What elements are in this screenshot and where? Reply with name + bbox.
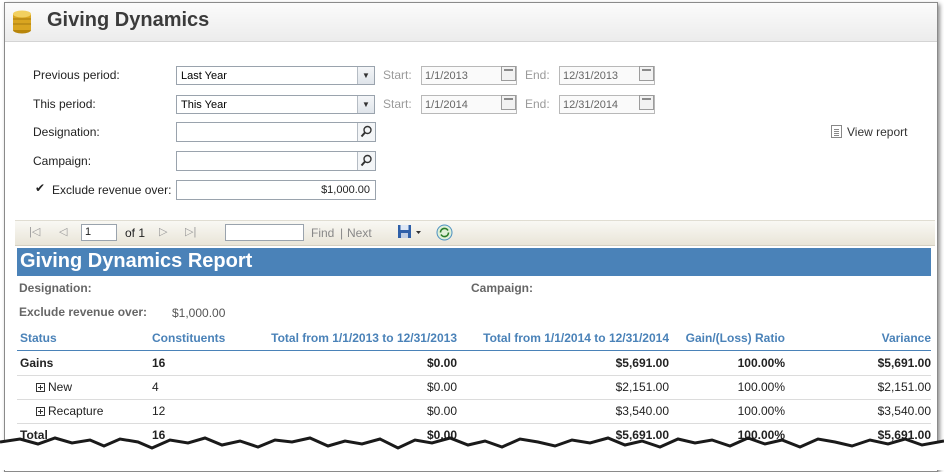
cell-ratio: 100.00% <box>737 356 785 370</box>
column-variance: Variance <box>881 331 931 345</box>
column-constituents: Constituents <box>152 331 226 345</box>
first-page-icon[interactable]: |◁ <box>29 225 40 238</box>
report-designation-label: Designation: <box>19 281 92 295</box>
previous-end-date[interactable]: 12/31/2013 <box>559 66 655 85</box>
search-icon[interactable] <box>357 152 375 170</box>
cell-status-label: Recapture <box>48 404 104 418</box>
report-title: Giving Dynamics Report <box>20 250 253 272</box>
report-icon <box>831 125 842 138</box>
cell-variance: $2,151.00 <box>877 380 931 394</box>
page-number-input[interactable]: 1 <box>81 224 117 241</box>
previous-page-icon[interactable]: ◁ <box>59 225 67 238</box>
find-link[interactable]: Find <box>311 226 334 240</box>
this-period-label: This period: <box>33 97 96 111</box>
cell-variance: $5,691.00 <box>877 356 931 370</box>
this-end-date[interactable]: 12/31/2014 <box>559 95 655 114</box>
calendar-icon[interactable] <box>639 95 654 110</box>
designation-input[interactable] <box>176 122 376 142</box>
report-toolbar: |◁ ◁ 1 of 1 ▷ ▷| Find | Next <box>15 220 935 246</box>
dropdown-arrow-icon[interactable]: ▼ <box>357 96 374 113</box>
refresh-icon[interactable] <box>436 224 453 241</box>
column-total-this: Total from 1/1/2014 to 12/31/2014 <box>483 331 669 345</box>
title-bar: Giving Dynamics <box>5 3 937 42</box>
dropdown-arrow-icon[interactable]: ▼ <box>357 67 374 84</box>
cell-ratio: 100.00% <box>737 380 785 394</box>
exclude-revenue-input[interactable]: $1,000.00 <box>176 180 376 200</box>
cell-total-this: $5,691.00 <box>615 356 669 370</box>
cell-total-previous: $0.00 <box>426 380 457 394</box>
search-icon[interactable] <box>357 123 375 141</box>
exclude-revenue-label: Exclude revenue over: <box>52 183 172 197</box>
report-exclude-label: Exclude revenue over: <box>19 305 148 319</box>
table-header: Status Constituents Total from 1/1/2013 … <box>17 327 931 351</box>
save-icon[interactable] <box>397 224 423 240</box>
last-page-icon[interactable]: ▷| <box>185 225 196 238</box>
page-title: Giving Dynamics <box>47 9 210 31</box>
cell-total-previous: $0.00 <box>426 356 457 370</box>
campaign-input[interactable] <box>176 151 376 171</box>
exclude-revenue-checkbox[interactable]: ✔ <box>35 182 46 194</box>
report-header: Giving Dynamics Report <box>17 248 931 276</box>
report-exclude-value: $1,000.00 <box>172 306 226 320</box>
next-link[interactable]: Next <box>347 226 372 240</box>
previous-period-label: Previous period: <box>33 68 120 82</box>
this-period-value: This Year <box>181 99 227 111</box>
this-end-value: 12/31/2014 <box>563 99 619 111</box>
cell-ratio: 100.00% <box>737 404 785 418</box>
this-period-select[interactable]: This Year ▼ <box>176 95 375 114</box>
table-row: New 4 $0.00 $2,151.00 100.00% $2,151.00 <box>17 375 931 400</box>
cell-status[interactable]: Recapture <box>36 404 103 418</box>
campaign-label: Campaign: <box>33 154 92 168</box>
torn-edge <box>0 436 944 470</box>
expand-icon[interactable] <box>36 407 45 416</box>
cell-constituents: 4 <box>152 380 159 394</box>
this-start-date[interactable]: 1/1/2014 <box>421 95 517 114</box>
cell-total-this: $3,540.00 <box>615 404 669 418</box>
cell-status-label: New <box>48 380 73 394</box>
next-page-icon[interactable]: ▷ <box>159 225 167 238</box>
column-status: Status <box>20 331 57 345</box>
this-end-label: End: <box>525 97 550 111</box>
this-start-label: Start: <box>383 97 412 111</box>
this-start-value: 1/1/2014 <box>425 99 468 111</box>
previous-start-value: 1/1/2013 <box>425 70 468 82</box>
page-count: of 1 <box>125 226 146 240</box>
coins-icon <box>13 10 31 34</box>
column-total-previous: Total from 1/1/2013 to 12/31/2013 <box>271 331 457 345</box>
cell-variance: $3,540.00 <box>877 404 931 418</box>
designation-label: Designation: <box>33 125 100 139</box>
calendar-icon[interactable] <box>501 66 516 81</box>
table-row: Recapture 12 $0.00 $3,540.00 100.00% $3,… <box>17 399 931 424</box>
report-campaign-label: Campaign: <box>471 281 534 295</box>
cell-status[interactable]: New <box>36 380 72 394</box>
view-report-label: View report <box>847 125 908 139</box>
cell-total-this: $2,151.00 <box>615 380 669 394</box>
previous-end-value: 12/31/2013 <box>563 70 619 82</box>
find-input[interactable] <box>225 224 304 241</box>
previous-end-label: End: <box>525 68 550 82</box>
cell-constituents: 16 <box>152 356 166 370</box>
table-row: Gains 16 $0.00 $5,691.00 100.00% $5,691.… <box>17 351 931 376</box>
previous-period-value: Last Year <box>181 70 227 82</box>
calendar-icon[interactable] <box>501 95 516 110</box>
cell-status: Gains <box>20 356 54 370</box>
previous-start-label: Start: <box>383 68 412 82</box>
previous-period-select[interactable]: Last Year ▼ <box>176 66 375 85</box>
cell-total-previous: $0.00 <box>426 404 457 418</box>
exclude-revenue-value: $1,000.00 <box>321 184 370 196</box>
expand-icon[interactable] <box>36 383 45 392</box>
previous-start-date[interactable]: 1/1/2013 <box>421 66 517 85</box>
window: Giving Dynamics Previous period: Last Ye… <box>4 2 938 472</box>
column-ratio: Gain/(Loss) Ratio <box>685 331 785 345</box>
cell-constituents: 12 <box>152 404 166 418</box>
find-separator: | <box>340 226 344 240</box>
calendar-icon[interactable] <box>639 66 654 81</box>
